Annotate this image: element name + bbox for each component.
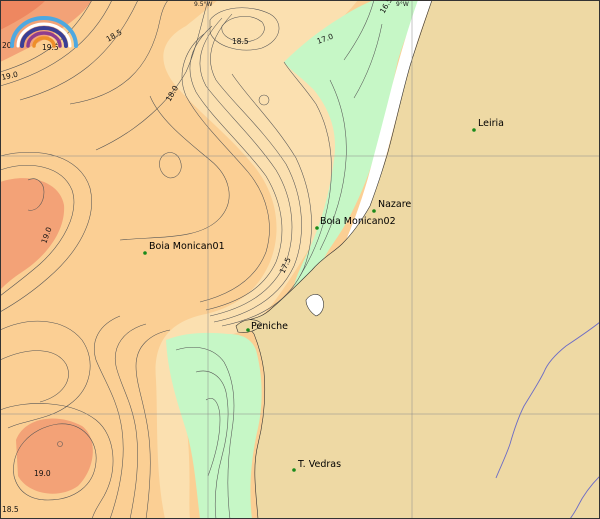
place-label-peniche: Peniche xyxy=(251,321,288,332)
station-marker-leiria xyxy=(472,128,476,132)
sst-map: 9.5°W 9°W 20 19.5 18.5 18.5 17.0 16.5 19… xyxy=(0,0,600,519)
place-label-leiria: Leiria xyxy=(478,118,504,129)
station-marker-t-vedras xyxy=(292,468,296,472)
place-label-boia-monican01: Boia Monican01 xyxy=(149,241,225,252)
sea-temperature-map-canvas: 9.5°W 9°W 20 19.5 18.5 18.5 17.0 16.5 19… xyxy=(0,0,600,519)
station-marker-peniche xyxy=(246,328,250,332)
lon-tick-95w: 9.5°W xyxy=(194,1,213,8)
contour-label: 19.5 xyxy=(42,43,59,52)
contour-label: 18.5 xyxy=(2,505,19,514)
station-marker-nazare xyxy=(372,209,376,213)
place-label-boia-monican02: Boia Monican02 xyxy=(320,216,396,227)
station-marker-boia-monican01 xyxy=(143,251,147,255)
contour-label: 19.0 xyxy=(34,469,51,478)
place-label-nazare: Nazare xyxy=(378,199,411,210)
lon-tick-9w: 9°W xyxy=(396,1,409,8)
station-marker-boia-monican02 xyxy=(315,226,319,230)
contour-label: 18.5 xyxy=(232,37,249,46)
place-label-t-vedras: T. Vedras xyxy=(297,459,341,470)
